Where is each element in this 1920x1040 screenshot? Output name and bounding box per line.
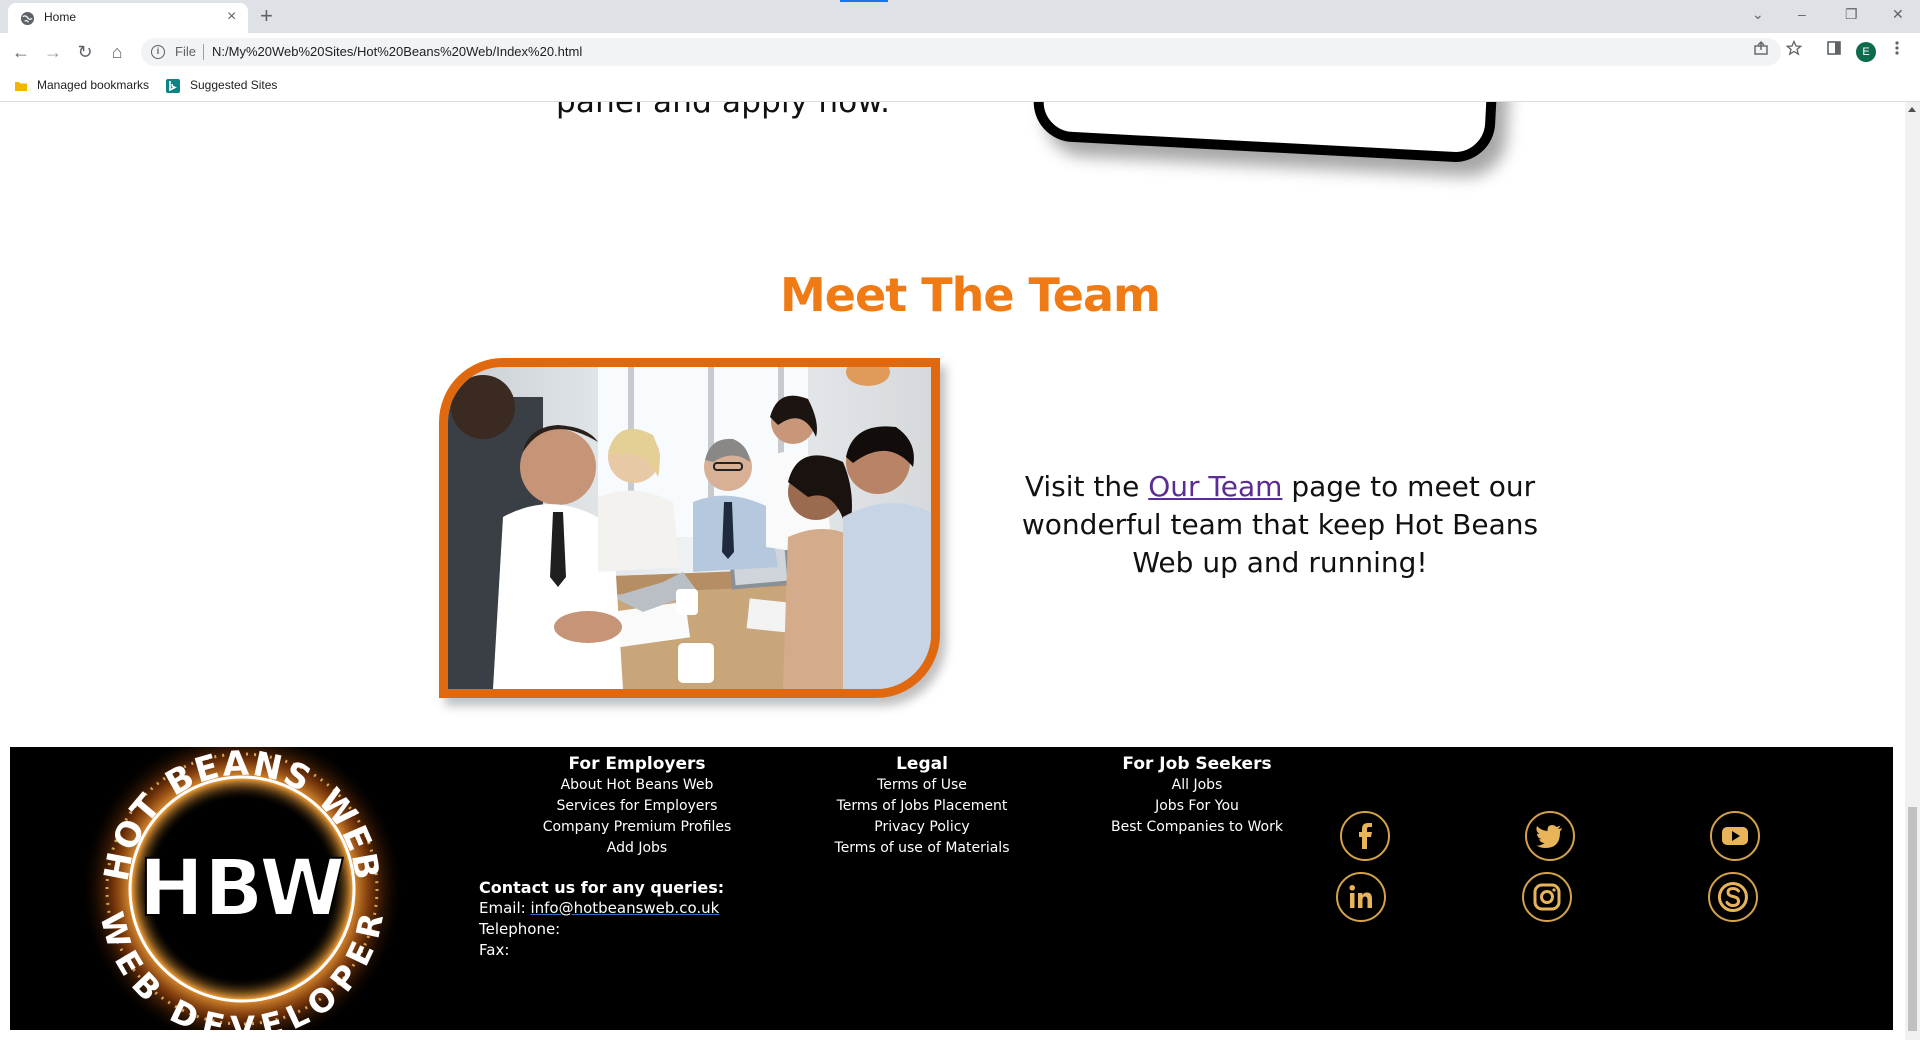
footer-link[interactable]: All Jobs <box>1087 775 1307 796</box>
skype-icon[interactable] <box>1708 872 1758 922</box>
email-link[interactable]: info@hotbeansweb.co.uk <box>530 899 719 917</box>
team-meeting-image <box>448 367 931 689</box>
browser-toolbar: ← → ↻ ⌂ i File N:/My%20Web%20Sites/Hot%2… <box>0 33 1920 71</box>
tab-close-icon[interactable]: × <box>227 7 236 27</box>
phone-image-fragment <box>1031 102 1501 164</box>
footer-link[interactable]: Terms of use of Materials <box>812 838 1032 859</box>
share-icon[interactable] <box>1753 40 1769 56</box>
globe-icon <box>20 11 35 26</box>
restore-button[interactable]: ❐ <box>1845 4 1858 24</box>
bookmark-managed[interactable]: Managed bookmarks <box>37 78 149 92</box>
minimize-button[interactable]: – <box>1798 4 1806 24</box>
our-team-link[interactable]: Our Team <box>1148 470 1282 503</box>
instagram-icon[interactable] <box>1522 872 1572 922</box>
footer-link[interactable]: About Hot Beans Web <box>527 775 747 796</box>
fax-label: Fax: <box>479 941 510 959</box>
side-panel-icon[interactable] <box>1826 40 1842 56</box>
footer-link[interactable]: Add Jobs <box>527 838 747 859</box>
tab-search-icon[interactable]: ⌄ <box>1752 4 1764 24</box>
team-text-before: Visit the <box>1024 470 1149 503</box>
meet-team-text: Visit the Our Team page to meet our wond… <box>1000 468 1560 582</box>
bookmark-suggested-sites[interactable]: Suggested Sites <box>190 78 277 92</box>
linkedin-icon[interactable] <box>1336 872 1386 922</box>
logo-graphic: HOT BEANS WEB WEB DEVELOPER HBW <box>80 747 404 1030</box>
address-bar[interactable]: i File N:/My%20Web%20Sites/Hot%20Beans%2… <box>141 38 1781 66</box>
footer-link[interactable]: Jobs For You <box>1087 796 1307 817</box>
hot-beans-web-logo: HOT BEANS WEB WEB DEVELOPER HBW <box>10 747 473 1030</box>
info-icon[interactable]: i <box>151 45 165 59</box>
menu-kebab-icon[interactable] <box>1894 40 1900 56</box>
scrollbar-thumb[interactable] <box>1908 807 1917 1031</box>
omnibox-divider <box>203 44 204 60</box>
bing-icon <box>166 79 180 93</box>
footer-link[interactable]: Best Companies to Work <box>1087 817 1307 838</box>
folder-icon <box>15 82 27 91</box>
profile-avatar[interactable]: E <box>1856 42 1876 62</box>
contact-email-row: Email: info@hotbeansweb.co.uk <box>479 898 724 919</box>
scheme-label: File <box>175 44 196 59</box>
email-label: Email: <box>479 899 531 917</box>
contact-heading: Contact us for any queries: <box>479 878 725 897</box>
footer-heading-employers: For Employers <box>568 754 706 774</box>
home-button[interactable]: ⌂ <box>107 42 127 62</box>
footer-link[interactable]: Services for Employers <box>527 796 747 817</box>
forward-button[interactable]: → <box>43 42 63 62</box>
loading-indicator <box>840 0 888 2</box>
footer-col-legal: Legal Terms of Use Terms of Jobs Placeme… <box>812 753 1032 859</box>
tab-home[interactable]: Home × <box>8 3 248 33</box>
footer-heading-job-seekers: For Job Seekers <box>1122 754 1272 774</box>
new-tab-button[interactable]: + <box>260 4 273 28</box>
team-photo <box>439 358 940 698</box>
footer-link[interactable]: Company Premium Profiles <box>527 817 747 838</box>
footer-col-job-seekers: For Job Seekers All Jobs Jobs For You Be… <box>1087 753 1307 838</box>
site-footer: HOT BEANS WEB WEB DEVELOPER HBW For Empl… <box>10 747 1893 1030</box>
footer-link[interactable]: Privacy Policy <box>812 817 1032 838</box>
bookmarks-bar: Managed bookmarks Suggested Sites <box>0 71 1920 102</box>
youtube-icon[interactable] <box>1710 811 1760 861</box>
section-title: Meet The Team <box>780 268 1161 322</box>
reload-button[interactable]: ↻ <box>75 42 95 62</box>
footer-link[interactable]: Terms of Use <box>812 775 1032 796</box>
tab-title: Home <box>44 10 77 24</box>
close-window-button[interactable]: ✕ <box>1892 4 1904 24</box>
bookmark-star-icon[interactable] <box>1786 40 1802 56</box>
twitter-icon[interactable] <box>1525 811 1575 861</box>
tab-strip: Home × + ⌄ – ❐ ✕ <box>0 0 1920 33</box>
back-button[interactable]: ← <box>11 42 31 62</box>
footer-heading-legal: Legal <box>896 754 948 774</box>
contact-block: Contact us for any queries: Email: info@… <box>479 877 724 961</box>
telephone-label: Telephone: <box>479 920 561 938</box>
footer-link[interactable]: Terms of Jobs Placement <box>812 796 1032 817</box>
logo-center-text: HBW <box>139 844 346 934</box>
apply-text-fragment: panel and apply now. <box>556 102 891 120</box>
url-text[interactable]: N:/My%20Web%20Sites/Hot%20Beans%20Web/In… <box>212 44 582 59</box>
scroll-up-arrow-icon[interactable] <box>1908 107 1916 112</box>
page-viewport: panel and apply now. Meet The Team Visit… <box>0 102 1905 1040</box>
footer-col-employers: For Employers About Hot Beans Web Servic… <box>527 753 747 859</box>
page-scrollbar[interactable] <box>1905 102 1920 1040</box>
facebook-icon[interactable] <box>1340 811 1390 861</box>
